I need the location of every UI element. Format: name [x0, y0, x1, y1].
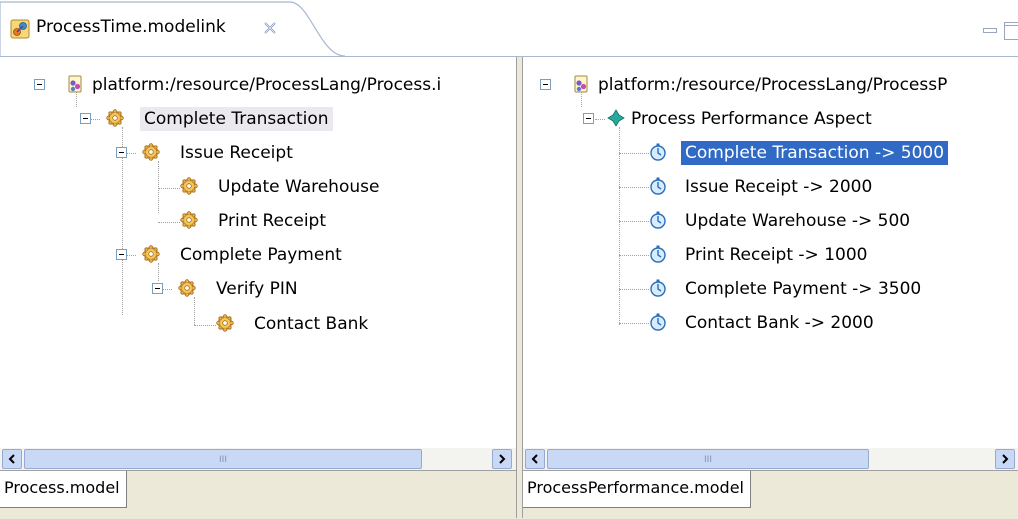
- stopwatch-icon: [650, 143, 666, 161]
- process-model-pane: platform:/resource/ProcessLang/Process.i…: [0, 57, 517, 519]
- tree-connector: [158, 188, 180, 189]
- collapse-toggle[interactable]: [116, 249, 127, 260]
- modelink-icon: [10, 19, 30, 39]
- editor-tab-bar: ProcessTime.modelink: [0, 0, 1018, 57]
- tree-item-label: Complete Transaction: [140, 107, 333, 131]
- tree-connector: [619, 127, 620, 325]
- process-gear-icon: [106, 109, 124, 127]
- tree-connector: [162, 289, 172, 290]
- tree-connector: [126, 255, 136, 256]
- tree-connector: [194, 297, 195, 325]
- tree-root-label: platform:/resource/ProcessLang/Process.i: [92, 75, 442, 95]
- tree-connector: [619, 323, 649, 324]
- process-tree: platform:/resource/ProcessLang/Process.i…: [0, 57, 516, 448]
- performance-model-pane: platform:/resource/ProcessLang/ProcessP …: [522, 57, 1018, 519]
- scroll-thumb[interactable]: III: [547, 449, 869, 469]
- tree-item-label: Print Receipt: [218, 211, 327, 231]
- maximize-button[interactable]: [1004, 22, 1018, 40]
- process-gear-icon: [216, 314, 234, 332]
- collapse-toggle[interactable]: [540, 79, 551, 90]
- stopwatch-icon: [650, 279, 666, 297]
- process-gear-icon: [142, 245, 160, 263]
- close-icon[interactable]: [261, 19, 279, 37]
- tree-item-label: Print Receipt -> 1000: [685, 245, 868, 265]
- collapse-toggle[interactable]: [34, 79, 45, 90]
- tree-item-label: Complete Transaction -> 5000: [681, 141, 949, 165]
- stopwatch-icon: [650, 245, 666, 263]
- arrow-right-icon: [499, 454, 506, 464]
- tree-item-label: Issue Receipt: [180, 143, 293, 163]
- scroll-grip: III: [219, 455, 227, 465]
- tree-connector: [158, 222, 180, 223]
- resource-icon: [574, 75, 588, 93]
- tree-item-label: Verify PIN: [216, 279, 298, 299]
- tree-root-label: platform:/resource/ProcessLang/ProcessP: [598, 75, 948, 95]
- right-bottom-tabbar: ProcessPerformance.model: [523, 470, 1018, 519]
- tree-connector: [619, 153, 649, 154]
- tree-connector: [90, 119, 100, 120]
- arrow-right-icon: [1002, 454, 1009, 464]
- scroll-right-button[interactable]: [995, 449, 1015, 469]
- stopwatch-icon: [650, 177, 666, 195]
- stopwatch-icon: [650, 211, 666, 229]
- tree-item-label: Update Warehouse: [218, 177, 380, 197]
- tree-item-label: Update Warehouse -> 500: [685, 211, 911, 231]
- collapse-toggle[interactable]: [80, 113, 91, 124]
- process-gear-icon: [178, 279, 196, 297]
- tree-connector: [595, 119, 605, 120]
- collapse-toggle[interactable]: [583, 113, 594, 124]
- process-gear-icon: [180, 211, 198, 229]
- tree-connector: [619, 221, 649, 222]
- horizontal-scrollbar[interactable]: III: [523, 448, 1018, 470]
- tree-item-label: Contact Bank -> 2000: [685, 313, 874, 333]
- arrow-left-icon: [8, 454, 15, 464]
- arrow-left-icon: [531, 454, 538, 464]
- tree-item-label: Issue Receipt -> 2000: [685, 177, 873, 197]
- tab-processperformance-model[interactable]: ProcessPerformance.model: [523, 471, 751, 508]
- tree-connector: [158, 161, 159, 213]
- tree-item-label: Complete Payment: [180, 245, 342, 265]
- tree-connector: [126, 153, 136, 154]
- tree-connector: [194, 325, 216, 326]
- editor-tab[interactable]: ProcessTime.modelink: [0, 0, 345, 57]
- horizontal-scrollbar[interactable]: III: [0, 448, 516, 470]
- scroll-thumb[interactable]: III: [24, 449, 422, 469]
- collapse-toggle[interactable]: [152, 283, 163, 294]
- tab-process-model[interactable]: Process.model: [0, 471, 127, 508]
- scroll-left-button[interactable]: [525, 449, 545, 469]
- tree-connector: [619, 289, 649, 290]
- tree-connector: [619, 187, 649, 188]
- scroll-grip: III: [704, 455, 712, 465]
- collapse-toggle[interactable]: [116, 147, 127, 158]
- diamond-star-icon: [607, 109, 625, 127]
- tree-item-label: Process Performance Aspect: [631, 109, 872, 129]
- process-gear-icon: [142, 143, 160, 161]
- process-gear-icon: [180, 177, 198, 195]
- scroll-right-button[interactable]: [492, 449, 512, 469]
- stopwatch-icon: [650, 313, 666, 331]
- left-bottom-tabbar: Process.model: [0, 470, 516, 519]
- performance-tree: platform:/resource/ProcessLang/ProcessP …: [523, 57, 1018, 448]
- resource-icon: [68, 75, 82, 93]
- tree-item-label: Complete Payment -> 3500: [685, 279, 922, 299]
- tree-connector: [619, 255, 649, 256]
- tree-item-label: Contact Bank: [254, 314, 369, 334]
- scroll-left-button[interactable]: [2, 449, 22, 469]
- editor-tab-title: ProcessTime.modelink: [36, 17, 226, 37]
- tree-connector: [158, 263, 159, 281]
- minimize-button[interactable]: [983, 28, 997, 33]
